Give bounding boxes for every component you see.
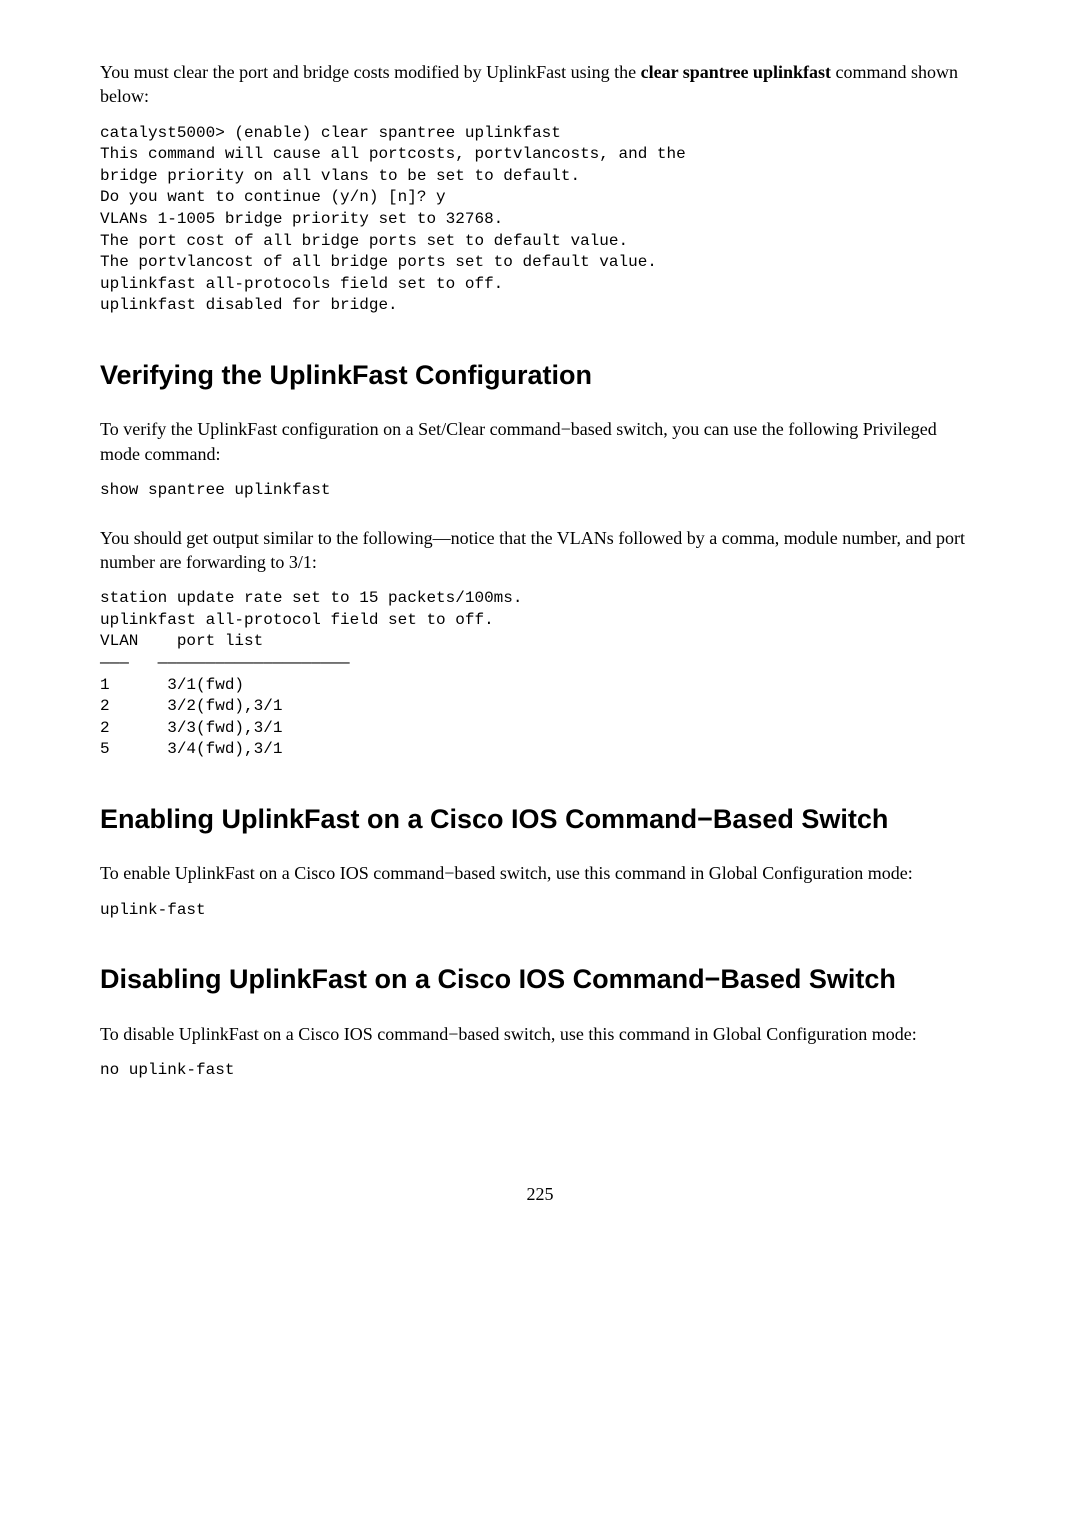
code-block-station-update: station update rate set to 15 packets/10… (100, 588, 980, 761)
intro-paragraph: You must clear the port and bridge costs… (100, 60, 980, 109)
heading-enabling-uplinkfast: Enabling UplinkFast on a Cisco IOS Comma… (100, 801, 980, 837)
heading-disabling-uplinkfast: Disabling UplinkFast on a Cisco IOS Comm… (100, 961, 980, 997)
code-block-clear-spantree: catalyst5000> (enable) clear spantree up… (100, 123, 980, 317)
code-block-uplink-fast: uplink-fast (100, 900, 980, 922)
page-number: 225 (100, 1182, 980, 1206)
disable-paragraph: To disable UplinkFast on a Cisco IOS com… (100, 1022, 980, 1046)
enable-paragraph: To enable UplinkFast on a Cisco IOS comm… (100, 861, 980, 885)
code-block-show-spantree: show spantree uplinkfast (100, 480, 980, 502)
verify-paragraph-2: You should get output similar to the fol… (100, 526, 980, 575)
intro-bold-command: clear spantree uplinkfast (641, 62, 831, 82)
verify-paragraph-1: To verify the UplinkFast configuration o… (100, 417, 980, 466)
heading-verifying-uplinkfast: Verifying the UplinkFast Configuration (100, 357, 980, 393)
intro-text-part1: You must clear the port and bridge costs… (100, 62, 641, 82)
code-block-no-uplink-fast: no uplink-fast (100, 1060, 980, 1082)
